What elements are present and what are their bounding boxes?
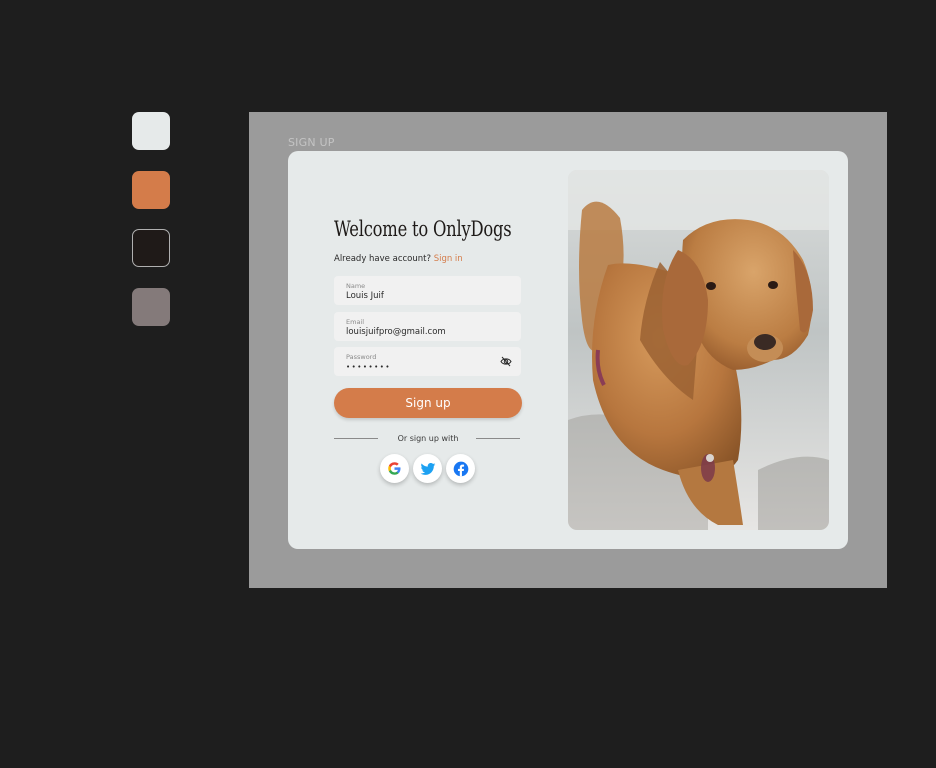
swatch-near-black bbox=[132, 229, 170, 267]
frame-label: SIGN UP bbox=[288, 136, 335, 149]
password-input[interactable]: •••••••• bbox=[346, 363, 496, 371]
swatch-taupe bbox=[132, 288, 170, 326]
signin-prompt: Already have account? Sign in bbox=[334, 254, 463, 264]
google-icon bbox=[388, 462, 401, 475]
signup-button[interactable]: Sign up bbox=[334, 388, 522, 418]
dog-illustration bbox=[568, 170, 829, 530]
divider-right bbox=[476, 438, 520, 439]
google-button[interactable] bbox=[380, 454, 409, 483]
twitter-button[interactable] bbox=[413, 454, 442, 483]
swatch-orange bbox=[132, 171, 170, 209]
facebook-icon bbox=[453, 461, 468, 476]
password-field[interactable]: Password •••••••• bbox=[334, 347, 521, 376]
signup-card: Welcome to OnlyDogs Already have account… bbox=[288, 151, 848, 549]
email-label: Email bbox=[346, 318, 365, 326]
facebook-button[interactable] bbox=[446, 454, 475, 483]
dog-photo bbox=[568, 170, 829, 530]
signin-link[interactable]: Sign in bbox=[434, 254, 463, 264]
email-input[interactable]: louisjuifpro@gmail.com bbox=[346, 327, 496, 337]
name-label: Name bbox=[346, 282, 366, 290]
twitter-icon bbox=[420, 462, 435, 475]
swatch-light-gray bbox=[132, 112, 170, 150]
name-field[interactable]: Name Louis Juif bbox=[334, 276, 521, 305]
already-text: Already have account? bbox=[334, 254, 431, 264]
name-input[interactable]: Louis Juif bbox=[346, 291, 496, 301]
password-label: Password bbox=[346, 353, 377, 361]
email-field[interactable]: Email louisjuifpro@gmail.com bbox=[334, 312, 521, 341]
page-title: Welcome to OnlyDogs bbox=[334, 217, 512, 241]
eye-slash-icon[interactable] bbox=[500, 356, 512, 367]
